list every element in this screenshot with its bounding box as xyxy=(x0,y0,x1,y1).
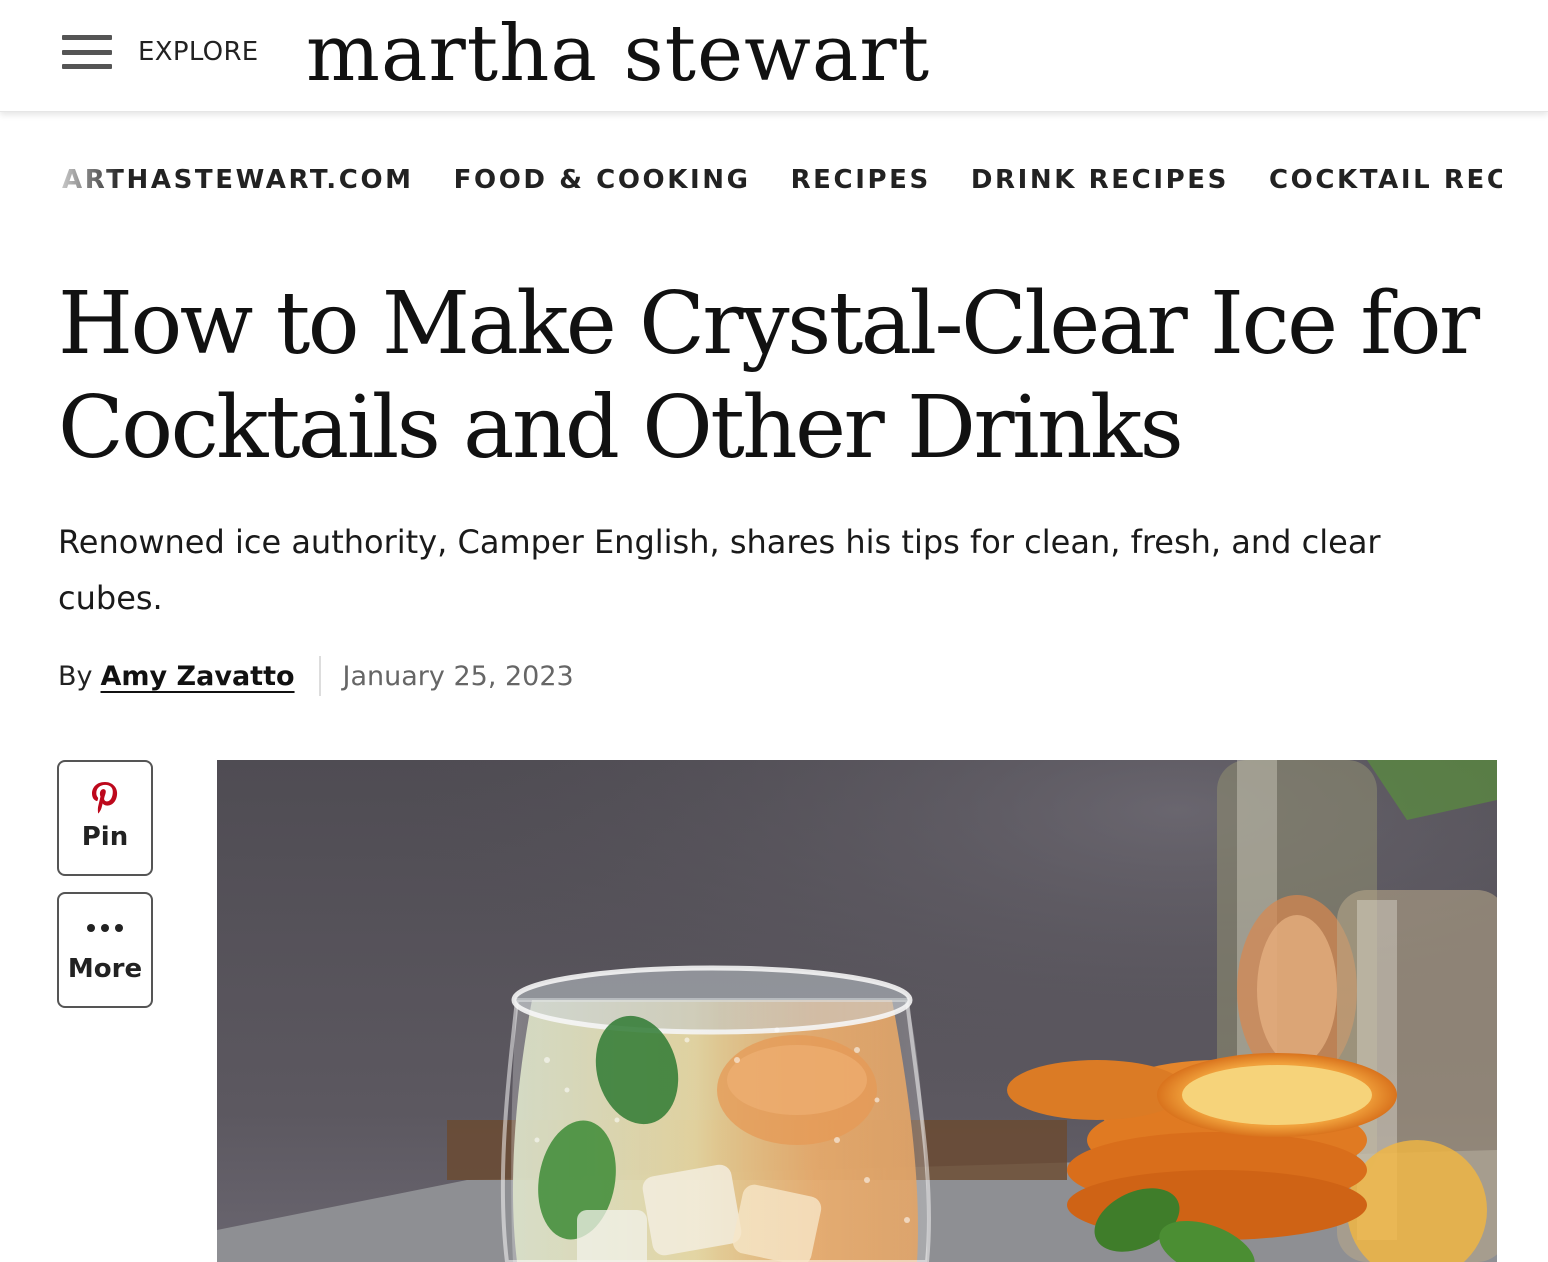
explore-menu-button[interactable]: EXPLORE xyxy=(62,32,259,72)
byline: By Amy Zavatto January 25, 2023 xyxy=(58,654,574,698)
hero-image xyxy=(217,760,1497,1262)
hamburger-icon[interactable] xyxy=(62,35,112,69)
more-label: More xyxy=(67,954,143,984)
pin-label: Pin xyxy=(81,822,129,852)
article-title: How to Make Crystal-Clear Ice for Cockta… xyxy=(58,274,1480,478)
breadcrumb-item-recipes[interactable]: RECIPES xyxy=(791,165,931,195)
article-dek: Renowned ice authority, Camper English, … xyxy=(58,523,1381,617)
more-share-button[interactable]: More xyxy=(57,892,153,1008)
byline-divider xyxy=(318,656,321,696)
cocktail-photo xyxy=(217,760,1497,1262)
author-link[interactable]: Amy Zavatto xyxy=(101,661,295,692)
breadcrumb-item-cocktail-recipes[interactable]: COCKTAIL RECIPES xyxy=(1269,165,1502,195)
explore-label: EXPLORE xyxy=(138,37,259,67)
more-dots-icon xyxy=(87,924,123,932)
byline-prefix: By xyxy=(58,660,93,692)
pinterest-icon xyxy=(92,782,118,814)
site-logo[interactable]: martha stewart xyxy=(306,4,930,104)
pin-button[interactable]: Pin xyxy=(57,760,153,876)
breadcrumb-item-drink-recipes[interactable]: DRINK RECIPES xyxy=(971,165,1229,195)
publish-date: January 25, 2023 xyxy=(342,660,574,692)
breadcrumb-item-food-cooking[interactable]: FOOD & COOKING xyxy=(454,165,751,195)
breadcrumb-item-home[interactable]: ARTHASTEWART.COM xyxy=(62,165,414,195)
breadcrumb: ARTHASTEWART.COM FOOD & COOKING RECIPES … xyxy=(62,160,1502,200)
site-header: EXPLORE martha stewart xyxy=(0,0,1548,112)
